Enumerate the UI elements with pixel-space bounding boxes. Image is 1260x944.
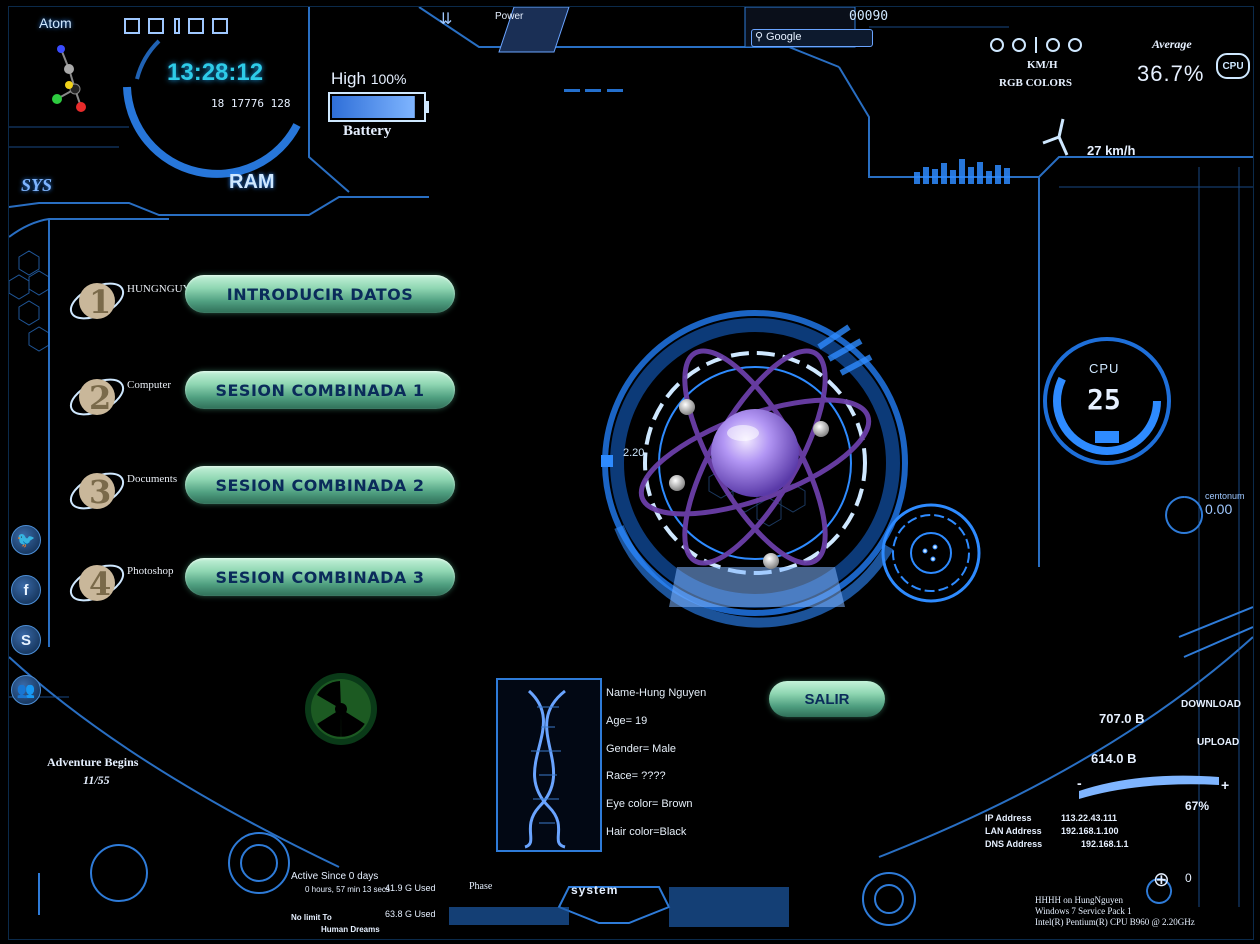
menu-tag-2: Computer (127, 379, 171, 391)
chevron-down-icon[interactable]: ⇊ (439, 9, 452, 29)
cpu-badge: CPU (1216, 53, 1250, 79)
target-ring-graphic (881, 503, 981, 603)
menu-number-3: 3 (89, 473, 112, 511)
adventure-date: 11/55 (83, 773, 110, 787)
salir-button[interactable]: SALIR (769, 681, 885, 717)
lan-label: LAN Address (985, 826, 1042, 836)
battery-label: Battery (343, 123, 392, 139)
search-box[interactable]: ⚲ Google (751, 29, 873, 47)
twitter-bird-icon[interactable]: 🐦 (11, 525, 41, 555)
ip-label: IP Address (985, 813, 1032, 823)
volume-plus-button[interactable]: + (1221, 777, 1229, 793)
menu-number-2: 2 (89, 379, 112, 417)
ram-label: RAM (229, 171, 275, 193)
target-value: 0 (1185, 871, 1192, 885)
menu-number-4: 4 (89, 565, 112, 603)
skype-icon[interactable]: S (11, 625, 41, 655)
menu-label-4: SESION COMBINADA 3 (215, 567, 425, 587)
download-value: 707.0 B (1099, 711, 1145, 726)
dns-label: DNS Address (985, 839, 1043, 849)
profile-name: Name-Hung Nguyen (606, 687, 707, 699)
no-limit-text: No limit To (291, 913, 332, 922)
atom-label: Atom (39, 15, 72, 31)
facebook-icon[interactable]: f (11, 575, 41, 605)
dna-panel (496, 678, 602, 852)
system-label[interactable]: system (571, 883, 618, 897)
profile-eye-color: Eye color= Brown (606, 798, 693, 810)
people-icon[interactable]: 👥 (11, 675, 41, 705)
speed-units: KM/H (1027, 59, 1058, 71)
cpu-gauge-label: CPU (1089, 361, 1120, 376)
menu-tag-3: Documents (127, 473, 178, 485)
introducir-datos-button[interactable]: INTRODUCIR DATOS (185, 275, 455, 313)
volume-percent: 67% (1185, 799, 1210, 813)
menu-label-2: SESION COMBINADA 1 (215, 380, 425, 400)
disk-2-used: 63.8 G Used (385, 909, 436, 919)
upload-label: UPLOAD (1197, 737, 1240, 748)
counter-readout: 00090 (849, 9, 889, 24)
adventure-label: Adventure Begins (47, 755, 139, 769)
atom-core-graphic (601, 310, 908, 628)
active-since: Active Since 0 days (291, 871, 379, 882)
volume-minus-button[interactable]: - (1077, 775, 1082, 791)
speed-readout: 27 km/h (1087, 143, 1136, 158)
sesion-combinada-3-button[interactable]: SESION COMBINADA 3 (185, 558, 455, 596)
human-dreams-text: Human Dreams (321, 925, 380, 934)
profile-race: Race= ???? (606, 770, 666, 782)
average-label: Average (1152, 37, 1192, 51)
molecule-logo (52, 45, 86, 112)
sesion-combinada-2-button[interactable]: SESION COMBINADA 2 (185, 466, 455, 504)
profile-hair-color: Hair color=Black (606, 826, 687, 838)
cpu-model-text: Intel(R) Pentium(R) CPU B960 @ 2.20GHz (1035, 917, 1195, 927)
sesion-combinada-1-button[interactable]: SESION COMBINADA 1 (185, 371, 455, 409)
os-text: Windows 7 Service Pack 1 (1035, 906, 1132, 916)
power-label[interactable]: Power (495, 11, 523, 22)
battery-status: High 100% (331, 69, 407, 88)
battery-fill (332, 96, 415, 118)
dial-value: 2.20 (623, 447, 645, 459)
menu-number-1: 1 (89, 283, 112, 321)
cpu-average-value: 36.7% (1137, 61, 1205, 86)
menu-tag-4: Photoshop (127, 565, 174, 577)
clock: 13:28:12 (167, 59, 264, 86)
radiation-icon (305, 673, 377, 745)
desktop-frame: Atom Power ⇊ 13:28:12 18 17776 128 RAM S… (8, 6, 1254, 940)
disk-1-used: 41.9 G Used (385, 883, 436, 893)
host-text: HHHH on HungNguyen (1035, 895, 1123, 905)
ip-value: 113.22.43.111 (1061, 813, 1118, 823)
cpu-gauge-value: 25 (1087, 383, 1121, 416)
search-icon: ⚲ (755, 31, 764, 43)
menu-label-3: SESION COMBINADA 2 (215, 475, 425, 495)
menu-label-1: INTRODUCIR DATOS (226, 284, 414, 304)
dns-value: 192.168.1.1 (1081, 839, 1129, 849)
phase-label: Phase (469, 881, 493, 892)
date-readout: 18 17776 128 (211, 97, 291, 110)
lan-value: 192.168.1.100 (1061, 826, 1119, 836)
sys-label: SYS (21, 175, 53, 195)
right-panel-header: centonum (1205, 491, 1245, 501)
crosshair-icon[interactable]: ⊕ (1153, 867, 1170, 892)
rgb-colors-label[interactable]: RGB COLORS (999, 77, 1072, 89)
upload-value: 614.0 B (1091, 751, 1137, 766)
right-panel-sub: 0.00 (1205, 501, 1233, 517)
profile-age: Age= 19 (606, 715, 648, 727)
search-placeholder: Google (766, 31, 802, 43)
download-label: DOWNLOAD (1181, 699, 1241, 710)
uptime: 0 hours, 57 min 13 secs (305, 885, 390, 894)
salir-label: SALIR (804, 690, 850, 708)
profile-gender: Gender= Male (606, 743, 677, 755)
